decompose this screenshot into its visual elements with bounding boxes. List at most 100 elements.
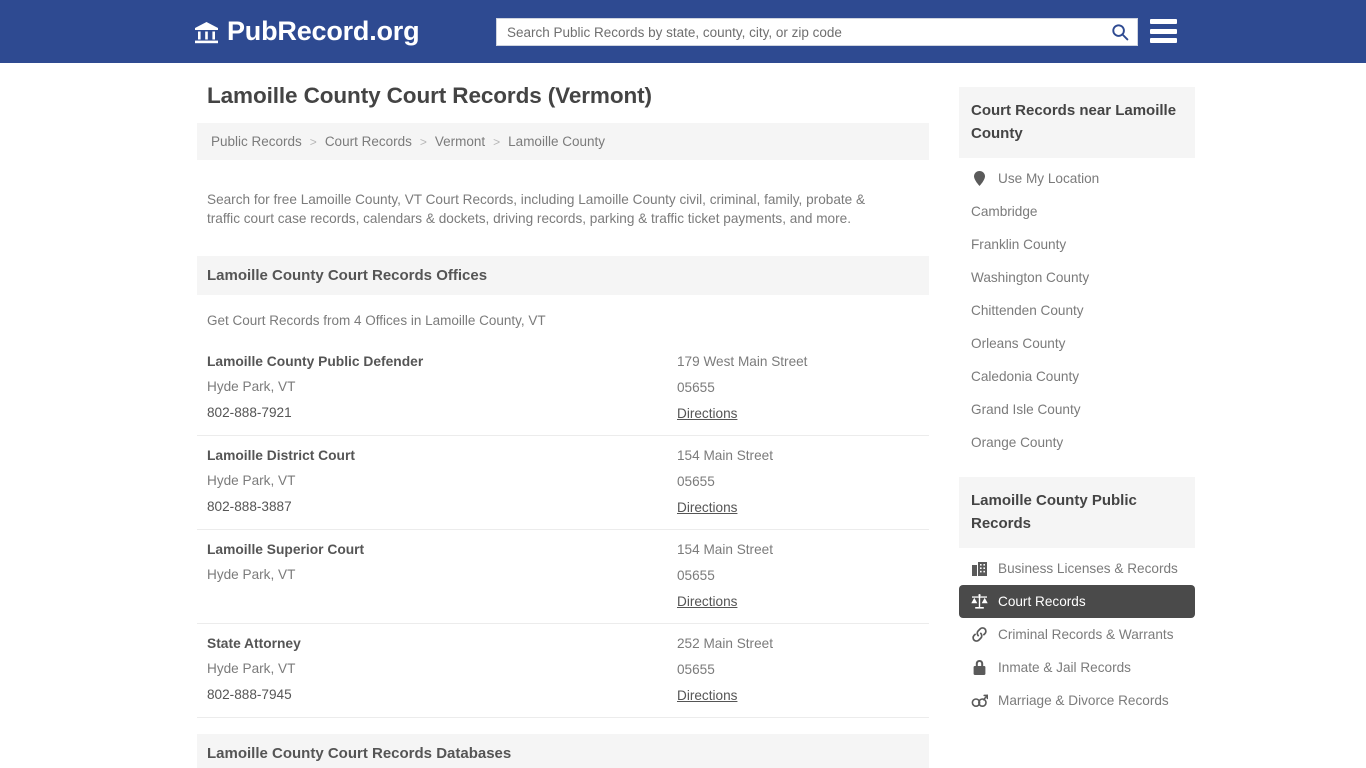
office-right-column: 154 Main Street 05655 Directions	[677, 448, 919, 515]
office-city-state: Hyde Park, VT	[207, 379, 296, 395]
search-button[interactable]	[1103, 19, 1137, 45]
offices-section-heading: Lamoille County Court Records Offices	[197, 256, 929, 296]
sidebar-item-label: Chittenden County	[971, 303, 1084, 318]
sidebar-item-marriage-divorce-records[interactable]: Marriage & Divorce Records	[959, 684, 1195, 717]
sidebar-item-criminal-records[interactable]: Criminal Records & Warrants	[959, 618, 1195, 651]
sidebar-item-chittenden-county[interactable]: Chittenden County	[959, 294, 1195, 327]
office-name: Lamoille Superior Court	[207, 542, 365, 558]
sidebar-item-label: Caledonia County	[971, 369, 1080, 384]
sidebar-item-label: Orange County	[971, 435, 1064, 450]
office-zip: 05655	[677, 568, 715, 584]
breadcrumb-item-vermont[interactable]: Vermont	[431, 134, 489, 149]
search-icon	[1111, 23, 1129, 41]
directions-link[interactable]: Directions	[677, 406, 737, 421]
breadcrumb-item-public-records[interactable]: Public Records	[207, 134, 306, 149]
bank-building-icon	[194, 21, 219, 44]
office-row: Lamoille County Public Defender Hyde Par…	[197, 342, 929, 437]
office-left-column: Lamoille County Public Defender Hyde Par…	[207, 354, 677, 421]
breadcrumb: Public Records > Court Records > Vermont…	[197, 123, 929, 160]
page-body: Lamoille County Court Records (Vermont) …	[0, 63, 1366, 768]
sidebar-item-label: Franklin County	[971, 237, 1067, 252]
breadcrumb-separator: >	[309, 134, 317, 149]
office-city-state: Hyde Park, VT	[207, 473, 296, 489]
sidebar-item-label: Court Records	[998, 594, 1086, 609]
sidebar-item-washington-county[interactable]: Washington County	[959, 261, 1195, 294]
public-records-card: Lamoille County Public Records Business …	[959, 477, 1195, 717]
sidebar-item-business-licenses[interactable]: Business Licenses & Records	[959, 552, 1195, 585]
sidebar-item-orleans-county[interactable]: Orleans County	[959, 327, 1195, 360]
databases-section-heading: Lamoille County Court Records Databases	[197, 734, 929, 768]
sidebar: Court Records near Lamoille County Use M…	[959, 83, 1195, 735]
breadcrumb-item-court-records[interactable]: Court Records	[321, 134, 416, 149]
office-left-column: Lamoille District Court Hyde Park, VT 80…	[207, 448, 677, 515]
office-right-column: 252 Main Street 05655 Directions	[677, 636, 919, 703]
brand-name: PubRecord.org	[227, 16, 420, 46]
offices-section-subheading: Get Court Records from 4 Offices in Lamo…	[207, 313, 546, 329]
office-name: Lamoille District Court	[207, 448, 355, 464]
chain-link-icon	[971, 627, 988, 642]
sidebar-item-label: Use My Location	[998, 171, 1100, 186]
office-street: 154 Main Street	[677, 542, 773, 558]
sidebar-item-label: Marriage & Divorce Records	[998, 693, 1169, 708]
hamburger-bar	[1150, 19, 1177, 24]
hamburger-bar	[1150, 38, 1177, 43]
office-street: 154 Main Street	[677, 448, 773, 464]
sidebar-item-label: Washington County	[971, 270, 1090, 285]
sidebar-item-label: Inmate & Jail Records	[998, 660, 1131, 675]
office-zip: 05655	[677, 474, 715, 490]
site-header: PubRecord.org	[0, 0, 1366, 63]
office-row: Lamoille District Court Hyde Park, VT 80…	[197, 436, 929, 531]
office-name: Lamoille County Public Defender	[207, 354, 424, 370]
breadcrumb-separator: >	[493, 134, 501, 149]
hamburger-menu-icon[interactable]	[1150, 19, 1177, 43]
hamburger-bar	[1150, 28, 1177, 34]
sidebar-item-label: Grand Isle County	[971, 402, 1081, 417]
search-input[interactable]	[497, 19, 1103, 45]
office-street: 179 West Main Street	[677, 354, 808, 370]
office-city-state: Hyde Park, VT	[207, 567, 296, 583]
main-column: Lamoille County Court Records (Vermont) …	[197, 83, 929, 768]
sidebar-item-label: Orleans County	[971, 336, 1066, 351]
directions-link[interactable]: Directions	[677, 594, 737, 609]
briefcase-icon	[971, 561, 988, 576]
office-left-column: Lamoille Superior Court Hyde Park, VT	[207, 542, 677, 609]
gender-symbols-icon	[971, 694, 988, 708]
brand-logo-link[interactable]: PubRecord.org	[194, 16, 420, 47]
sidebar-item-label: Criminal Records & Warrants	[998, 627, 1174, 642]
nearby-card-list: Use My Location Cambridge Franklin Count…	[959, 158, 1195, 459]
scales-of-justice-icon	[971, 594, 988, 609]
directions-link[interactable]: Directions	[677, 500, 737, 515]
sidebar-item-orange-county[interactable]: Orange County	[959, 426, 1195, 459]
office-phone: 802-888-7921	[207, 405, 292, 421]
page-title: Lamoille County Court Records (Vermont)	[207, 83, 652, 108]
office-right-column: 179 West Main Street 05655 Directions	[677, 354, 919, 421]
office-phone: 802-888-3887	[207, 499, 292, 515]
sidebar-item-caledonia-county[interactable]: Caledonia County	[959, 360, 1195, 393]
office-city-state: Hyde Park, VT	[207, 661, 296, 677]
office-row: Lamoille Superior Court Hyde Park, VT 15…	[197, 530, 929, 625]
office-right-column: 154 Main Street 05655 Directions	[677, 542, 919, 609]
sidebar-item-label: Cambridge	[971, 204, 1038, 219]
nearby-court-records-card: Court Records near Lamoille County Use M…	[959, 87, 1195, 459]
office-phone: 802-888-7945	[207, 687, 292, 703]
directions-link[interactable]: Directions	[677, 688, 737, 703]
breadcrumb-item-lamoille-county[interactable]: Lamoille County	[504, 134, 609, 149]
office-street: 252 Main Street	[677, 636, 773, 652]
sidebar-item-label: Business Licenses & Records	[998, 561, 1178, 576]
sidebar-item-cambridge[interactable]: Cambridge	[959, 195, 1195, 228]
office-zip: 05655	[677, 662, 715, 678]
office-name: State Attorney	[207, 636, 301, 652]
office-zip: 05655	[677, 380, 715, 396]
sidebar-item-franklin-county[interactable]: Franklin County	[959, 228, 1195, 261]
sidebar-item-court-records[interactable]: Court Records	[959, 585, 1195, 618]
page-intro-text: Search for free Lamoille County, VT Cour…	[207, 191, 866, 227]
map-pin-icon	[971, 171, 988, 186]
office-left-column: State Attorney Hyde Park, VT 802-888-794…	[207, 636, 677, 703]
sidebar-item-inmate-jail-records[interactable]: Inmate & Jail Records	[959, 651, 1195, 684]
sidebar-item-use-my-location[interactable]: Use My Location	[959, 162, 1195, 195]
lock-icon	[971, 660, 988, 675]
sidebar-item-grand-isle-county[interactable]: Grand Isle County	[959, 393, 1195, 426]
nearby-card-heading: Court Records near Lamoille County	[959, 87, 1195, 158]
public-records-card-list: Business Licenses & Records Court Record…	[959, 548, 1195, 717]
public-records-card-heading: Lamoille County Public Records	[959, 477, 1195, 548]
